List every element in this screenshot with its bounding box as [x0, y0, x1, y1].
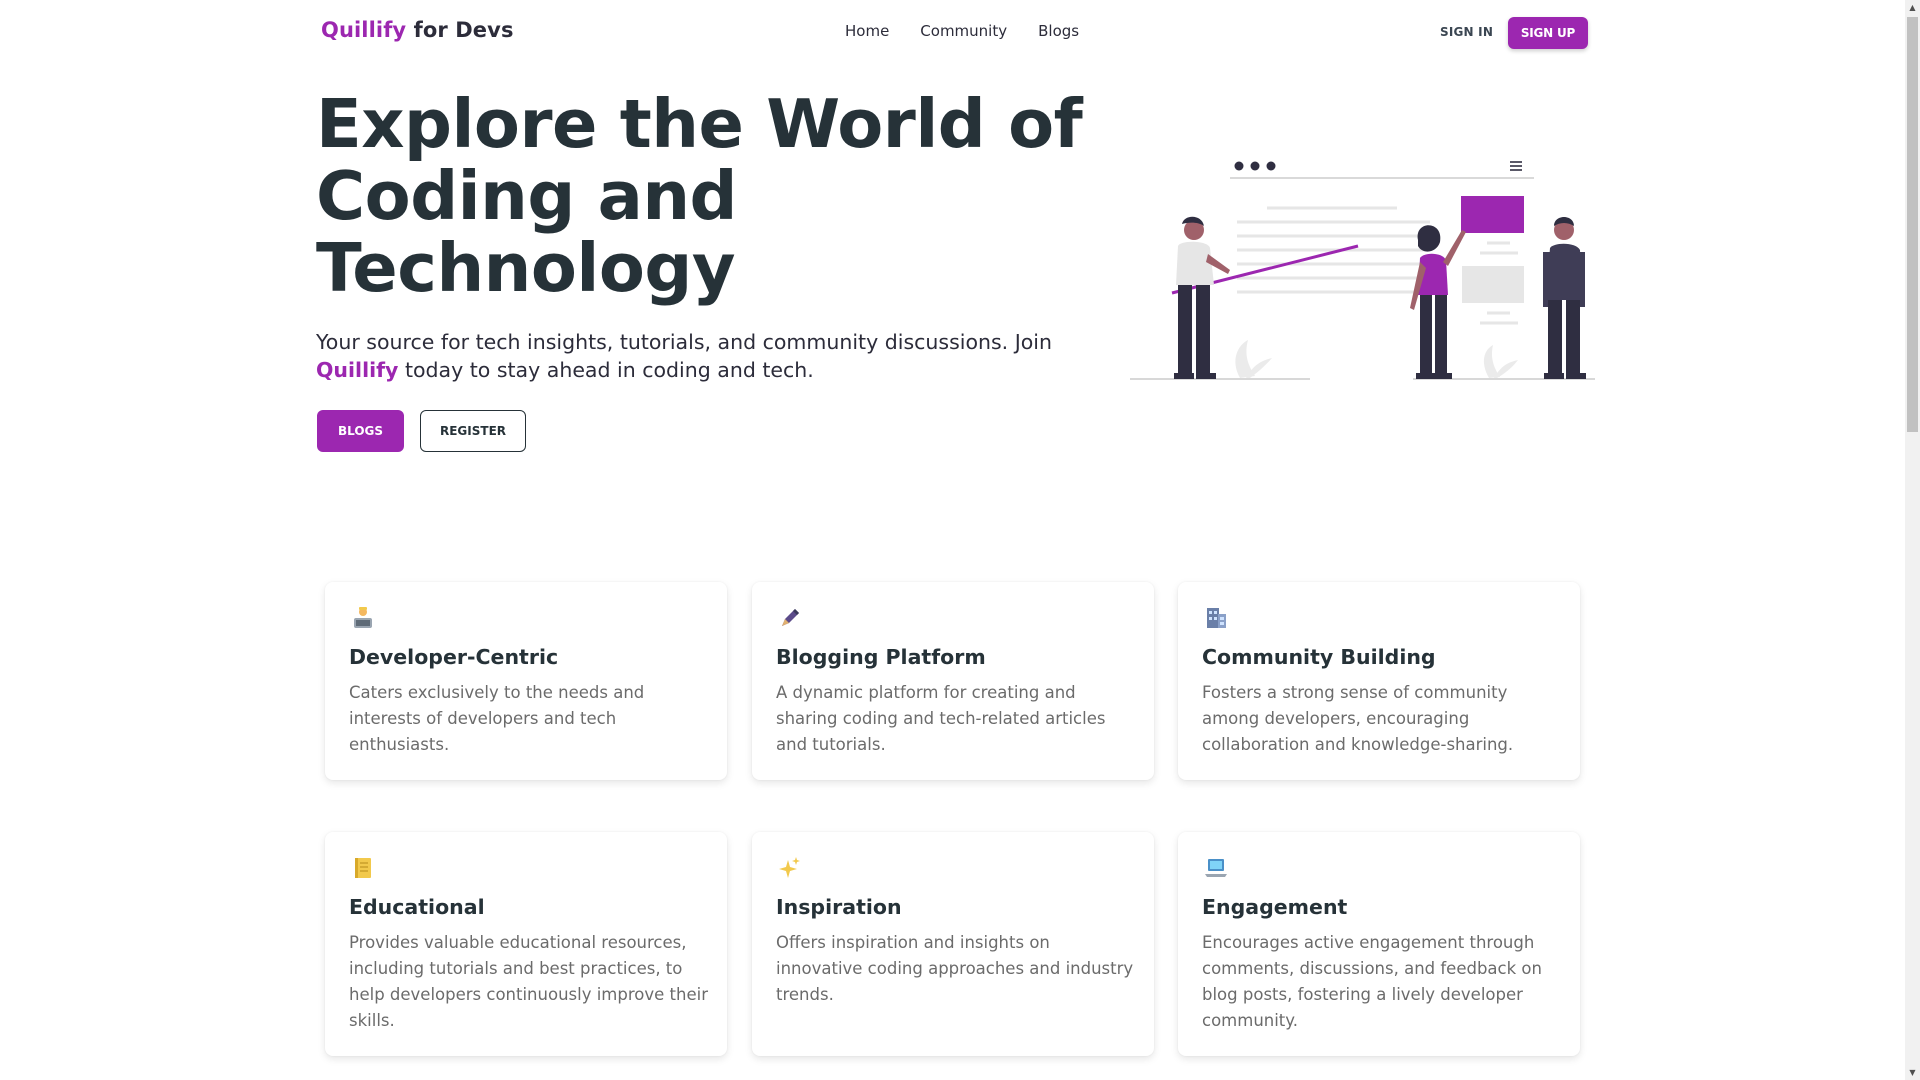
feature-text: Encourages active engagement through com… [1202, 933, 1542, 1030]
highlight-panel [1461, 196, 1524, 233]
feature-title: Blogging Platform [776, 645, 986, 669]
feature-card-community-building: Community Building Fosters a strong sens… [1178, 582, 1580, 780]
scrollbar-thumb[interactable] [1907, 17, 1918, 432]
pen-icon [782, 609, 799, 626]
nav-link-blogs[interactable]: Blogs [1038, 22, 1079, 40]
blogs-button[interactable]: BLOGS [317, 410, 404, 452]
page-scrollbar[interactable]: ▲ ▼ [1905, 0, 1920, 1080]
hero-subtitle: Your source for tech insights, tutorials… [316, 328, 1076, 384]
person-presenter [1174, 216, 1230, 379]
nav-link-home[interactable]: Home [845, 22, 889, 40]
sign-in-button[interactable]: SIGN IN [1440, 25, 1493, 39]
hero-subtitle-part1: Your source for tech insights, tutorials… [316, 330, 1052, 354]
main-nav: Home Community Blogs [845, 22, 1079, 40]
hero-illustration [1130, 161, 1595, 380]
sign-up-button[interactable]: SIGN UP [1508, 17, 1588, 49]
brand-name-rest: for Devs [406, 18, 514, 42]
hero-subtitle-brand: Quillify [316, 358, 399, 382]
feature-text: Fosters a strong sense of community amon… [1202, 683, 1514, 754]
window-dot [1266, 161, 1276, 171]
brand-logo[interactable]: Quillify for Devs [321, 18, 514, 42]
person-standing [1543, 217, 1586, 379]
feature-card-engagement: Engagement Encourages active engagement … [1178, 832, 1580, 1056]
hero-title: Explore the World of Coding and Technolo… [316, 85, 1083, 307]
brand-name-accent: Quillify [321, 18, 407, 42]
nav-link-community[interactable]: Community [920, 22, 1007, 40]
scroll-up-arrow-icon[interactable]: ▲ [1905, 0, 1920, 15]
feature-card-inspiration: Inspiration Offers inspiration and insig… [752, 832, 1154, 1056]
hamburger-icon [1510, 161, 1522, 171]
register-button[interactable]: REGISTER [420, 410, 526, 452]
window-dot [1250, 161, 1260, 171]
hero-subtitle-part2: today to stay ahead in coding and tech. [398, 358, 814, 382]
gray-panel [1462, 266, 1524, 303]
navbar: Quillify for Devs Home Community Blogs S… [0, 0, 1905, 66]
feature-text: Offers inspiration and insights on innov… [776, 933, 1134, 1004]
feature-title: Engagement [1202, 895, 1348, 919]
feature-title: Inspiration [776, 895, 902, 919]
feature-title: Developer-Centric [349, 645, 559, 669]
plant-leaf [1494, 360, 1518, 378]
notebook-icon [355, 858, 371, 878]
feature-card-blogging-platform: Blogging Platform A dynamic platform for… [752, 582, 1154, 780]
developer-icon [354, 607, 372, 628]
feature-card-educational: Educational Provides valuable educationa… [325, 832, 727, 1056]
person-pointing [1410, 225, 1466, 379]
feature-title: Educational [349, 895, 485, 919]
feature-card-developer-centric: Developer-Centric Caters exclusively to … [325, 582, 727, 780]
window-dot [1234, 161, 1244, 171]
feature-text: A dynamic platform for creating and shar… [776, 683, 1106, 754]
feature-text: Caters exclusively to the needs and inte… [349, 683, 645, 754]
feature-text: Provides valuable educational resources,… [349, 933, 708, 1030]
feature-title: Community Building [1202, 645, 1436, 669]
sparkles-icon [779, 857, 800, 878]
scroll-down-arrow-icon[interactable]: ▼ [1905, 1065, 1920, 1080]
laptop-icon [1205, 859, 1227, 877]
buildings-icon [1207, 608, 1226, 628]
